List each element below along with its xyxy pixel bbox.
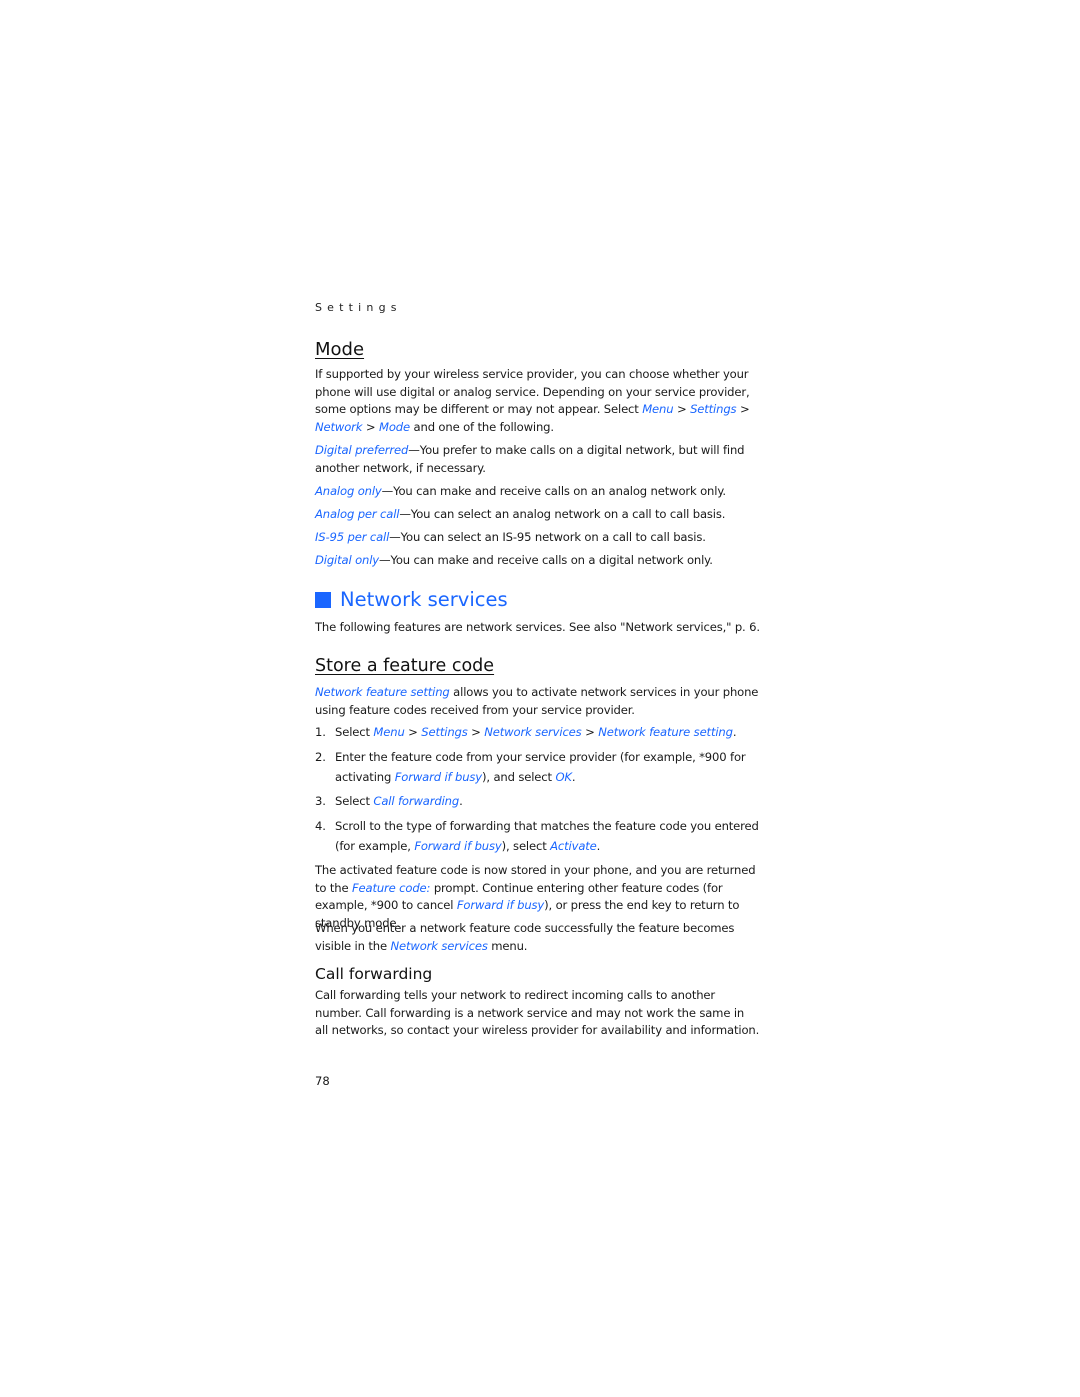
square-bullet-icon	[315, 591, 331, 608]
link-forward-if-busy[interactable]: Forward if busy	[414, 839, 501, 853]
option-term[interactable]: Analog only	[315, 484, 382, 498]
link-menu[interactable]: Menu	[642, 402, 673, 416]
mode-option: Digital only—You can make and receive ca…	[315, 553, 713, 567]
link-forward-if-busy[interactable]: Forward if busy	[395, 770, 482, 784]
mode-option: Digital preferred—You prefer to make cal…	[315, 443, 745, 475]
link-ok[interactable]: OK	[555, 770, 572, 784]
option-term[interactable]: Digital preferred	[315, 443, 408, 457]
feature-visible-paragraph: When you enter a network feature code su…	[315, 921, 735, 953]
step-item: 3. Select Call forwarding.	[315, 794, 463, 808]
store-intro: Network feature setting allows you to ac…	[315, 685, 759, 717]
network-services-heading: Network services	[315, 588, 508, 611]
link-network-services[interactable]: Network services	[390, 939, 487, 953]
link-feature-code[interactable]: Feature code:	[352, 881, 430, 895]
link-settings[interactable]: Settings	[421, 725, 468, 739]
call-forwarding-heading: Call forwarding	[315, 965, 433, 983]
mode-option: Analog only—You can make and receive cal…	[315, 484, 726, 498]
running-head: Settings	[315, 301, 402, 314]
link-network-services[interactable]: Network services	[484, 725, 581, 739]
mode-heading: Mode	[315, 339, 365, 360]
mode-option: Analog per call—You can select an analog…	[315, 507, 726, 521]
option-term[interactable]: Digital only	[315, 553, 379, 567]
step-item: 1. Select Menu > Settings > Network servi…	[315, 725, 737, 739]
page-number: 78	[315, 1074, 330, 1088]
link-forward-if-busy[interactable]: Forward if busy	[457, 898, 544, 912]
mode-intro: If supported by your wireless service pr…	[315, 367, 750, 435]
link-settings[interactable]: Settings	[690, 402, 737, 416]
link-mode[interactable]: Mode	[379, 420, 410, 434]
link-menu[interactable]: Menu	[373, 725, 404, 739]
step-item: 4. Scroll to the type of forwarding that …	[315, 819, 759, 853]
mode-option: IS-95 per call—You can select an IS-95 n…	[315, 530, 706, 544]
link-call-forwarding[interactable]: Call forwarding	[373, 794, 459, 808]
step-item: 2. Enter the feature code from your servi…	[315, 750, 746, 784]
call-forwarding-text: Call forwarding tells your network to re…	[315, 988, 760, 1038]
option-term[interactable]: IS-95 per call	[315, 530, 389, 544]
link-network-feature-setting[interactable]: Network feature setting	[315, 685, 450, 699]
link-network[interactable]: Network	[315, 420, 363, 434]
network-services-intro: The following features are network servi…	[315, 620, 760, 634]
store-feature-code-heading: Store a feature code	[315, 656, 495, 676]
option-term[interactable]: Analog per call	[315, 507, 400, 521]
link-network-feature-setting[interactable]: Network feature setting	[598, 725, 733, 739]
link-activate[interactable]: Activate	[550, 839, 597, 853]
